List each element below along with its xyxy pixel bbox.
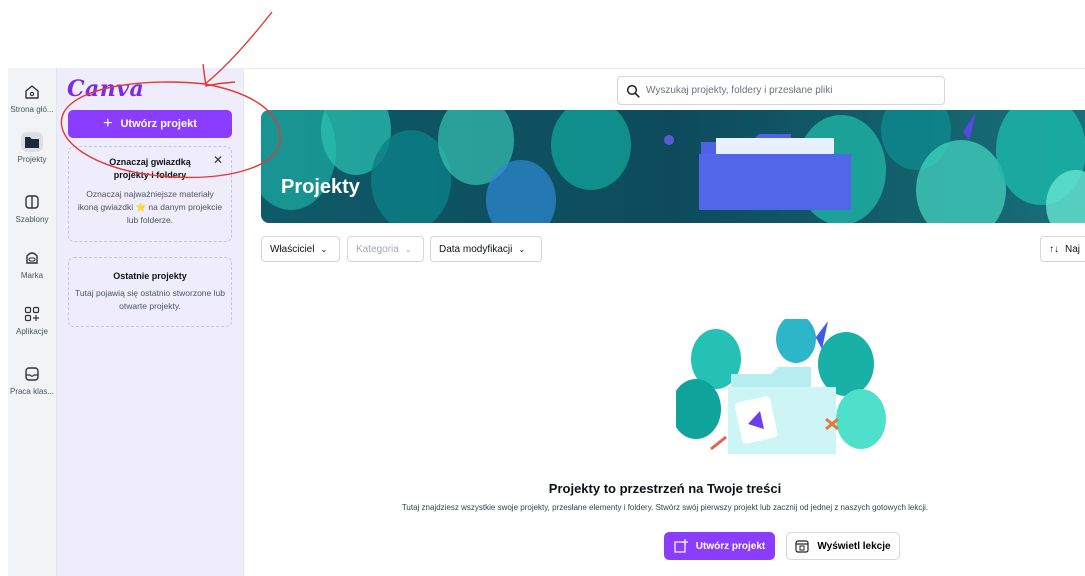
recent-projects-title: Ostatnie projekty xyxy=(113,271,187,281)
canva-app: Strona głó... Projekty Szablony Marka Ap… xyxy=(8,68,1085,576)
recent-projects-body: Tutaj pojawią się ostatnio stworzone lub… xyxy=(75,288,225,311)
view-lessons-label: Wyświetl lekcje xyxy=(817,540,891,552)
chevron-down-icon: ⌄ xyxy=(518,244,526,254)
rail-label: Praca klas... xyxy=(9,387,54,396)
search-icon xyxy=(626,84,640,98)
rail-item-home[interactable]: Strona głó... xyxy=(8,82,56,114)
modified-date-filter[interactable]: Data modyfikacji ⌄ xyxy=(430,236,542,262)
folder-icon xyxy=(25,137,39,148)
create-design-button[interactable]: + Utwórz projekt xyxy=(68,110,232,138)
projects-banner: Projekty xyxy=(261,110,1085,223)
chevron-down-icon: ⌄ xyxy=(404,244,412,254)
create-project-button[interactable]: Utwórz projekt xyxy=(664,532,775,560)
add-design-icon xyxy=(674,539,688,553)
search-bar[interactable]: Wyszukaj projekty, foldery i przesłane p… xyxy=(617,76,945,105)
rail-label: Strona głó... xyxy=(10,105,54,114)
rail-item-brand[interactable]: Marka xyxy=(8,248,56,280)
category-filter-label: Kategoria xyxy=(356,243,399,255)
projects-panel: Canva + Utwórz projekt ✕ Oznaczaj gwiazd… xyxy=(57,68,243,576)
rail-label: Projekty xyxy=(17,155,47,164)
brand-icon xyxy=(26,252,38,264)
home-icon xyxy=(25,85,39,99)
create-design-label: Utwórz projekt xyxy=(120,118,197,130)
owner-filter[interactable]: Właściciel ⌄ xyxy=(261,236,340,262)
star-tip-title: Oznaczaj gwiazdką projekty i foldery xyxy=(109,157,191,180)
rail-label: Szablony xyxy=(15,215,49,224)
modified-date-label: Data modyfikacji xyxy=(439,243,513,255)
rail-item-projects[interactable]: Projekty xyxy=(8,132,56,164)
owner-filter-label: Właściciel xyxy=(270,243,315,255)
classwork-icon xyxy=(25,367,39,381)
templates-icon xyxy=(25,195,39,209)
empty-state-title: Projekty to przestrzeń na Twoje treści xyxy=(548,481,782,496)
sort-button[interactable]: ↑↓ Naj xyxy=(1040,236,1085,262)
icon-rail: Strona głó... Projekty Szablony Marka Ap… xyxy=(8,68,57,576)
sort-label: Naj xyxy=(1065,243,1081,255)
view-lessons-button[interactable]: Wyświetl lekcje xyxy=(786,532,900,560)
create-project-label: Utwórz projekt xyxy=(695,540,766,552)
category-filter[interactable]: Kategoria ⌄ xyxy=(347,236,424,262)
rail-item-classwork[interactable]: Praca klas... xyxy=(8,364,56,396)
close-icon[interactable]: ✕ xyxy=(213,153,223,167)
lessons-icon xyxy=(795,540,809,553)
page-title: Projekty xyxy=(281,176,360,198)
star-tip-body: Oznaczaj najważniejsze materiały ikoną g… xyxy=(77,189,223,225)
canva-logo[interactable]: Canva xyxy=(67,76,144,102)
plus-icon: + xyxy=(103,115,113,132)
chevron-down-icon: ⌄ xyxy=(320,244,328,254)
rail-label: Marka xyxy=(20,271,44,280)
empty-state-description: Tutaj znajdziesz wszystkie swoje projekt… xyxy=(401,503,929,512)
search-placeholder: Wyszukaj projekty, foldery i przesłane p… xyxy=(646,85,833,96)
rail-item-templates[interactable]: Szablony xyxy=(8,192,56,224)
rail-item-apps[interactable]: Aplikacje xyxy=(8,304,56,336)
sort-icon: ↑↓ xyxy=(1049,243,1059,255)
banner-illustration xyxy=(261,110,1085,223)
rail-label: Aplikacje xyxy=(15,327,48,336)
apps-icon xyxy=(24,306,40,322)
star-tip-card: ✕ Oznaczaj gwiazdką projekty i foldery O… xyxy=(68,146,232,242)
main-content: Wyszukaj projekty, foldery i przesłane p… xyxy=(243,68,1085,576)
recent-projects-card: Ostatnie projekty Tutaj pojawią się osta… xyxy=(68,257,232,327)
empty-state-illustration xyxy=(676,319,886,454)
